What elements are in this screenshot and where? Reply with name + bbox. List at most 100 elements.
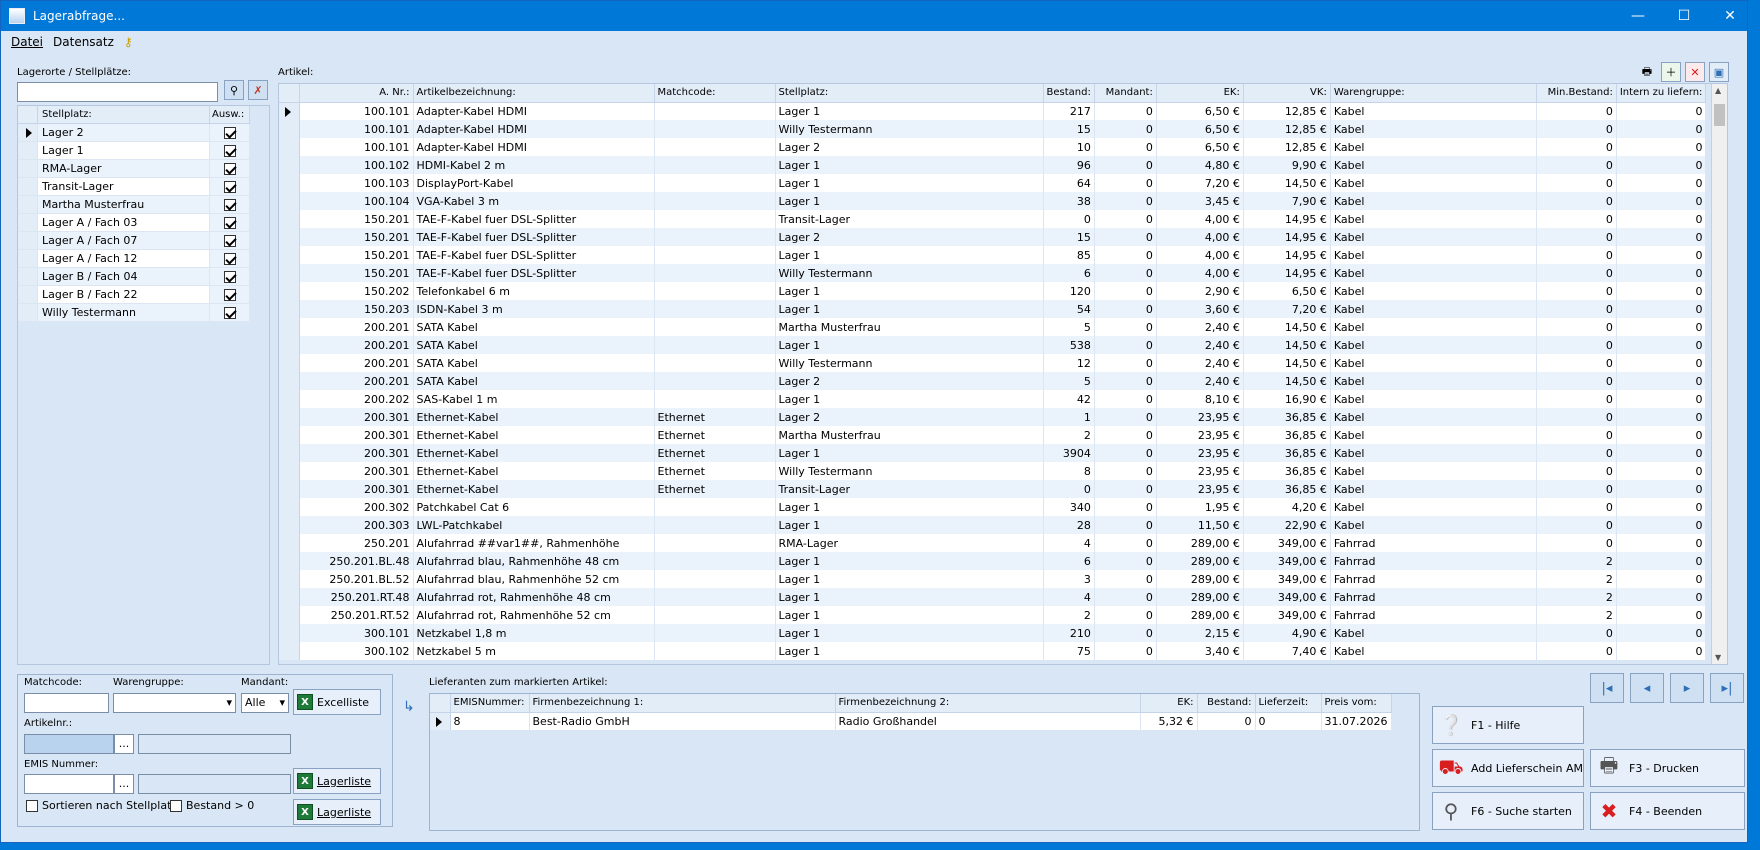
table-row[interactable]: 250.201.BL.52 Alufahrrad blau, Rahmenhöhe… — [279, 570, 1707, 588]
nav-last-button[interactable]: ▸| — [1710, 673, 1744, 703]
table-row[interactable]: 200.201 SATA Kabel Lager 2 5 0 2,40 €14,50 € K… — [279, 372, 1707, 390]
table-row[interactable]: 100.101 Adapter-Kabel HDMI Willy Testerman… — [279, 120, 1707, 138]
table-row[interactable]: 150.203 ISDN-Kabel 3 m Lager 1 54 0 3,60 €7,2… — [279, 300, 1707, 318]
scroll-thumb[interactable] — [1714, 104, 1725, 126]
row-selector[interactable] — [279, 642, 300, 660]
artikelnr-browse-button[interactable]: ... — [114, 734, 134, 754]
delete-record-icon[interactable]: ✕ — [1685, 62, 1705, 82]
table-row[interactable]: 150.201 TAE-F-Kabel fuer DSL-Splitter Lage… — [279, 228, 1707, 246]
table-row[interactable]: 200.202 SAS-Kabel 1 m Lager 1 42 0 8,10 €16,9… — [279, 390, 1707, 408]
help-button[interactable]: ❔ F1 - Hilfe — [1432, 706, 1584, 744]
table-row[interactable]: 150.201 TAE-F-Kabel fuer DSL-Splitter Lage… — [279, 246, 1707, 264]
lagerort-checkbox[interactable] — [223, 270, 236, 283]
row-selector[interactable] — [279, 588, 300, 606]
row-selector[interactable] — [279, 552, 300, 570]
artikel-column-header[interactable]: Min.Bestand: — [1536, 84, 1617, 103]
emis-input[interactable] — [24, 774, 114, 794]
new-record-icon[interactable]: ＋ — [1661, 62, 1681, 82]
close-button[interactable]: ✕ — [1707, 1, 1753, 31]
filter-apply-icon[interactable]: ⚲ — [224, 80, 244, 100]
lagerort-row[interactable]: Lager A / Fach 07 — [18, 232, 269, 250]
lagerort-row[interactable]: RMA-Lager — [18, 160, 269, 178]
matchcode-input[interactable] — [24, 693, 109, 713]
key-help-icon[interactable]: ⚷ — [124, 35, 133, 49]
table-row[interactable]: 250.201.RT.52 Alufahrrad rot, Rahmenhöhe … — [279, 606, 1707, 624]
table-row[interactable]: 150.201 TAE-F-Kabel fuer DSL-Splitter Will… — [279, 264, 1707, 282]
table-row[interactable]: 200.303 LWL-Patchkabel Lager 1 28 0 11,50 €22… — [279, 516, 1707, 534]
row-selector[interactable] — [18, 124, 38, 142]
row-selector[interactable] — [279, 462, 300, 480]
table-row[interactable]: 100.103 DisplayPort-Kabel Lager 1 64 0 7,20 €… — [279, 174, 1707, 192]
lagerort-row[interactable]: Martha Musterfrau — [18, 196, 269, 214]
lagerort-row[interactable]: Willy Testermann — [18, 304, 269, 322]
row-selector[interactable] — [279, 426, 300, 444]
row-selector[interactable] — [18, 232, 38, 250]
row-selector[interactable] — [18, 178, 38, 196]
lieferant-column-header[interactable]: Lieferzeit: — [1255, 694, 1322, 713]
artikel-column-header[interactable]: A. Nr.: — [299, 84, 414, 103]
emis-browse-button[interactable]: ... — [114, 774, 134, 794]
lagerort-row[interactable]: Lager 1 — [18, 142, 269, 160]
bestand-checkbox-box[interactable] — [170, 800, 182, 812]
row-selector[interactable] — [18, 160, 38, 178]
row-selector[interactable] — [18, 286, 38, 304]
table-row[interactable]: 250.201 Alufahrrad ##var1##, Rahmenhöhe RM… — [279, 534, 1707, 552]
artikel-column-header[interactable]: Bestand: — [1043, 84, 1095, 103]
row-selector[interactable] — [279, 300, 300, 318]
lagerort-checkbox[interactable] — [223, 162, 236, 175]
row-selector[interactable] — [279, 264, 300, 282]
row-selector[interactable] — [279, 408, 300, 426]
row-selector[interactable] — [279, 516, 300, 534]
save-icon[interactable]: ▣ — [1709, 62, 1729, 82]
table-row[interactable]: 300.102 Netzkabel 5 m Lager 1 75 0 3,40 €7,40… — [279, 642, 1707, 660]
lagerort-checkbox[interactable] — [223, 126, 236, 139]
table-row[interactable]: 100.104 VGA-Kabel 3 m Lager 1 38 0 3,45 €7,90… — [279, 192, 1707, 210]
lagerliste-excel-button[interactable]: X Lagerliste — [293, 768, 381, 794]
table-row[interactable]: 200.201 SATA Kabel Willy Testermann 12 0 2,40… — [279, 354, 1707, 372]
maximize-button[interactable]: ☐ — [1661, 1, 1707, 31]
artikel-column-header[interactable]: Warengruppe: — [1330, 84, 1537, 103]
row-selector[interactable] — [18, 214, 38, 232]
row-selector[interactable] — [279, 444, 300, 462]
row-selector[interactable] — [279, 480, 300, 498]
row-selector[interactable] — [279, 534, 300, 552]
artikelnr-input[interactable] — [24, 734, 114, 754]
lieferant-column-header[interactable]: EMISNummer: — [450, 694, 530, 713]
row-selector[interactable] — [279, 210, 300, 228]
table-row[interactable]: 200.301 Ethernet-Kabel Ethernet Transit-Lag… — [279, 480, 1707, 498]
nav-next-button[interactable]: ▸ — [1670, 673, 1704, 703]
lieferant-column-header[interactable]: Firmenbezeichnung 1: — [529, 694, 836, 713]
excelliste-button[interactable]: X Excelliste — [293, 689, 381, 715]
bestand-checkbox[interactable]: Bestand > 0 — [170, 799, 254, 812]
artikel-scrollbar[interactable]: ▲ ▼ — [1711, 84, 1727, 664]
row-selector[interactable] — [279, 228, 300, 246]
print-icon[interactable]: 🖶 — [1637, 62, 1657, 82]
table-row[interactable]: 200.201 SATA Kabel Martha Musterfrau 5 0 2,40… — [279, 318, 1707, 336]
lagerort-row[interactable]: Transit-Lager — [18, 178, 269, 196]
lagerort-row[interactable]: Lager 2 — [18, 124, 269, 142]
table-row[interactable]: 100.101 Adapter-Kabel HDMI Lager 2 10 0 6,50 … — [279, 138, 1707, 156]
row-selector[interactable] — [279, 246, 300, 264]
row-selector[interactable] — [279, 336, 300, 354]
row-selector[interactable] — [279, 390, 300, 408]
lagerort-checkbox[interactable] — [223, 234, 236, 247]
nav-prev-button[interactable]: ◂ — [1630, 673, 1664, 703]
menu-datensatz[interactable]: Datensatz — [53, 35, 114, 49]
table-row[interactable]: 200.301 Ethernet-Kabel Ethernet Lager 2 1 0 23… — [279, 408, 1707, 426]
row-selector[interactable] — [18, 142, 38, 160]
row-selector[interactable] — [279, 372, 300, 390]
table-row[interactable]: 200.201 SATA Kabel Lager 1 538 0 2,40 €14,50 … — [279, 336, 1707, 354]
mandant-select[interactable]: Alle — [241, 693, 289, 713]
lagerort-checkbox[interactable] — [223, 306, 236, 319]
col-stellplatz[interactable]: Stellplatz: — [38, 106, 210, 124]
col-ausw[interactable]: Ausw.: — [210, 106, 250, 124]
row-selector[interactable] — [279, 120, 300, 138]
row-selector[interactable] — [18, 268, 38, 286]
add-lieferschein-button[interactable]: ⛟ Add Lieferschein AM — [1432, 749, 1584, 787]
artikel-column-header[interactable]: Matchcode: — [654, 84, 776, 103]
row-selector[interactable] — [279, 192, 300, 210]
lagerort-row[interactable]: Lager A / Fach 03 — [18, 214, 269, 232]
filter-clear-icon[interactable]: ✗ — [248, 80, 268, 100]
table-row[interactable]: 150.201 TAE-F-Kabel fuer DSL-Splitter Tran… — [279, 210, 1707, 228]
artikel-column-header[interactable]: EK: — [1156, 84, 1244, 103]
